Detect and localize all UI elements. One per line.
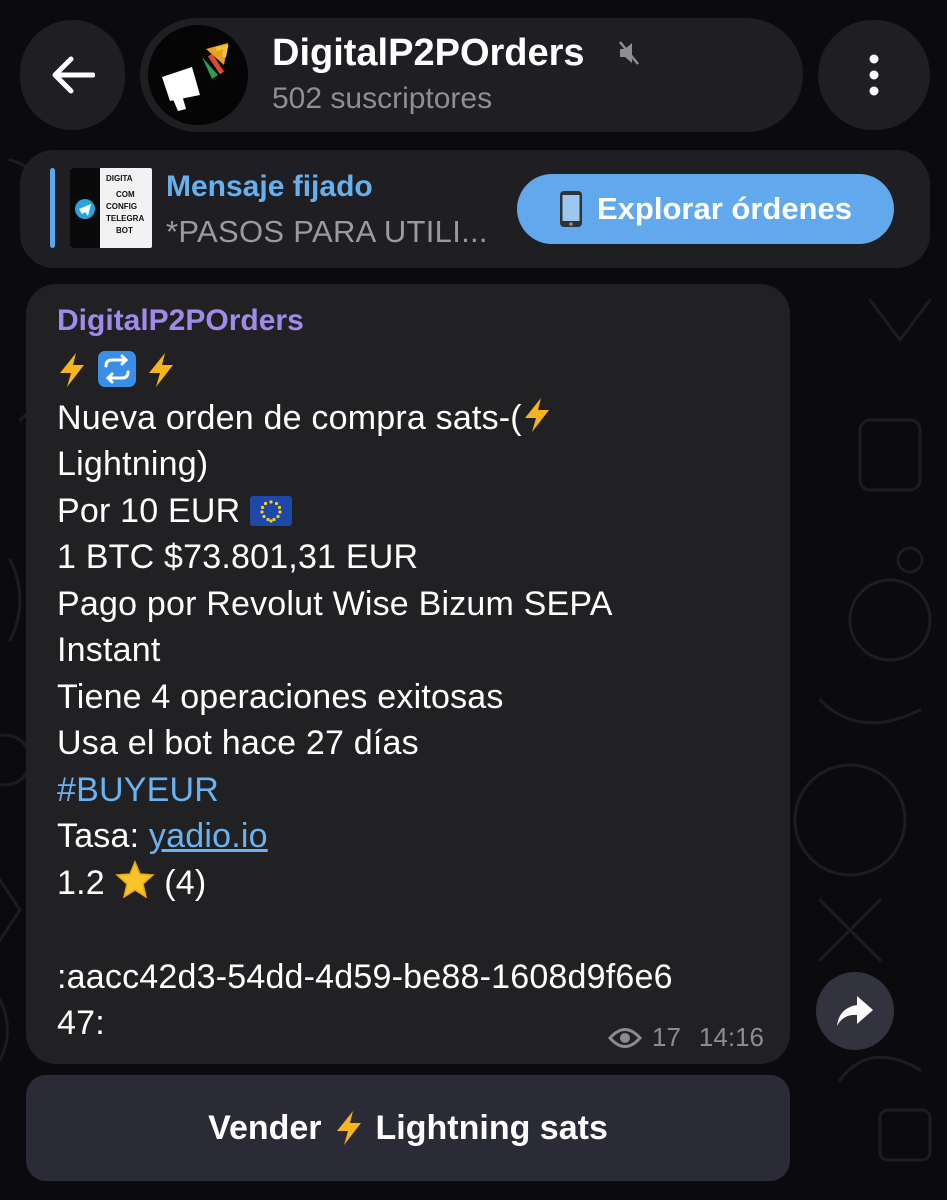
payment-line-cont: Instant xyxy=(57,631,161,669)
more-options-button[interactable] xyxy=(818,20,930,130)
order-type-line-cont: Lightning) xyxy=(57,445,209,483)
explore-orders-label: Explorar órdenes xyxy=(597,191,852,226)
order-id-line: :aacc42d3-54dd-4d59-be88-1608d9f6e6 xyxy=(57,958,673,996)
rate-label: Tasa: xyxy=(57,817,149,855)
order-type-line: Nueva orden de compra sats-( xyxy=(57,395,552,441)
rating-line: 1.2 (4) xyxy=(57,860,206,906)
sell-lightning-sats-button[interactable]: Vender Lightning sats xyxy=(26,1075,790,1181)
order-type-text: Nueva orden de compra sats-( xyxy=(57,399,522,437)
pinned-indicator xyxy=(50,168,55,248)
emoji-row xyxy=(57,350,176,396)
pinned-preview: *PASOS PARA UTILI... xyxy=(166,214,488,249)
more-vertical-icon xyxy=(869,54,879,96)
subscriber-count: 502 suscriptores xyxy=(272,82,493,115)
telegram-channel-screen: DigitalP2POrders 502 suscriptores DIGITA… xyxy=(0,0,947,1200)
thumb-text: CONFIG xyxy=(106,202,138,211)
sell-label-prefix: Vender xyxy=(208,1108,322,1147)
lightning-icon xyxy=(60,353,84,387)
message-bubble[interactable]: DigitalP2POrders Nueva orden de compra s… xyxy=(26,284,790,1064)
megaphone-logo xyxy=(148,25,248,125)
rate-link[interactable]: yadio.io xyxy=(149,817,268,855)
message-time: 14:16 xyxy=(698,1022,764,1052)
thumb-text: BOT xyxy=(116,226,133,235)
lightning-icon xyxy=(149,353,174,387)
repeat-icon xyxy=(97,351,136,387)
arrow-left-icon xyxy=(52,56,95,94)
amount-line: Por 10 EUR xyxy=(57,488,293,534)
thumb-text: DIGITA xyxy=(106,174,133,183)
operations-line: Tiene 4 operaciones exitosas xyxy=(57,678,504,716)
bot-age-line: Usa el bot hace 27 días xyxy=(57,724,419,762)
message-sender: DigitalP2POrders xyxy=(57,304,304,337)
pinned-message-bar[interactable]: DIGITA COM CONFIG TELEGRA BOT Mensaje fi… xyxy=(20,150,930,268)
view-count: 17 xyxy=(652,1022,681,1052)
pinned-title: Mensaje fijado xyxy=(166,170,373,203)
back-button[interactable] xyxy=(20,20,125,130)
forward-button[interactable] xyxy=(816,972,894,1050)
thumb-text: COM xyxy=(116,190,135,199)
eye-icon xyxy=(608,1027,642,1048)
rating-value: 1.2 xyxy=(57,864,105,902)
phone-icon xyxy=(560,191,582,227)
rate-line: Tasa: yadio.io xyxy=(57,813,268,859)
amount-text: Por 10 EUR xyxy=(57,492,241,530)
price-line: 1 BTC $73.801,31 EUR xyxy=(57,538,419,576)
channel-header[interactable]: DigitalP2POrders 502 suscriptores xyxy=(140,18,803,132)
forward-arrow-icon xyxy=(837,996,873,1026)
message-meta: 17 14:16 xyxy=(608,1022,764,1053)
lightning-icon xyxy=(336,1111,361,1145)
order-id-line-cont: 47: xyxy=(57,1004,105,1042)
sell-label-suffix: Lightning sats xyxy=(375,1108,608,1147)
channel-name: DigitalP2POrders xyxy=(272,32,585,74)
rating-count: (4) xyxy=(164,864,207,902)
telegram-icon xyxy=(75,199,95,219)
channel-avatar xyxy=(148,25,248,125)
star-icon xyxy=(114,860,155,898)
mute-icon xyxy=(619,41,639,65)
explore-orders-button[interactable]: Explorar órdenes xyxy=(517,174,894,244)
lightning-icon xyxy=(524,398,549,432)
payment-line: Pago por Revolut Wise Bizum SEPA xyxy=(57,585,613,623)
thumb-text: TELEGRA xyxy=(106,214,145,223)
eu-flag-icon xyxy=(250,496,293,526)
pinned-thumbnail: DIGITA COM CONFIG TELEGRA BOT xyxy=(70,168,152,248)
hashtag-link[interactable]: #BUYEUR xyxy=(57,767,219,813)
